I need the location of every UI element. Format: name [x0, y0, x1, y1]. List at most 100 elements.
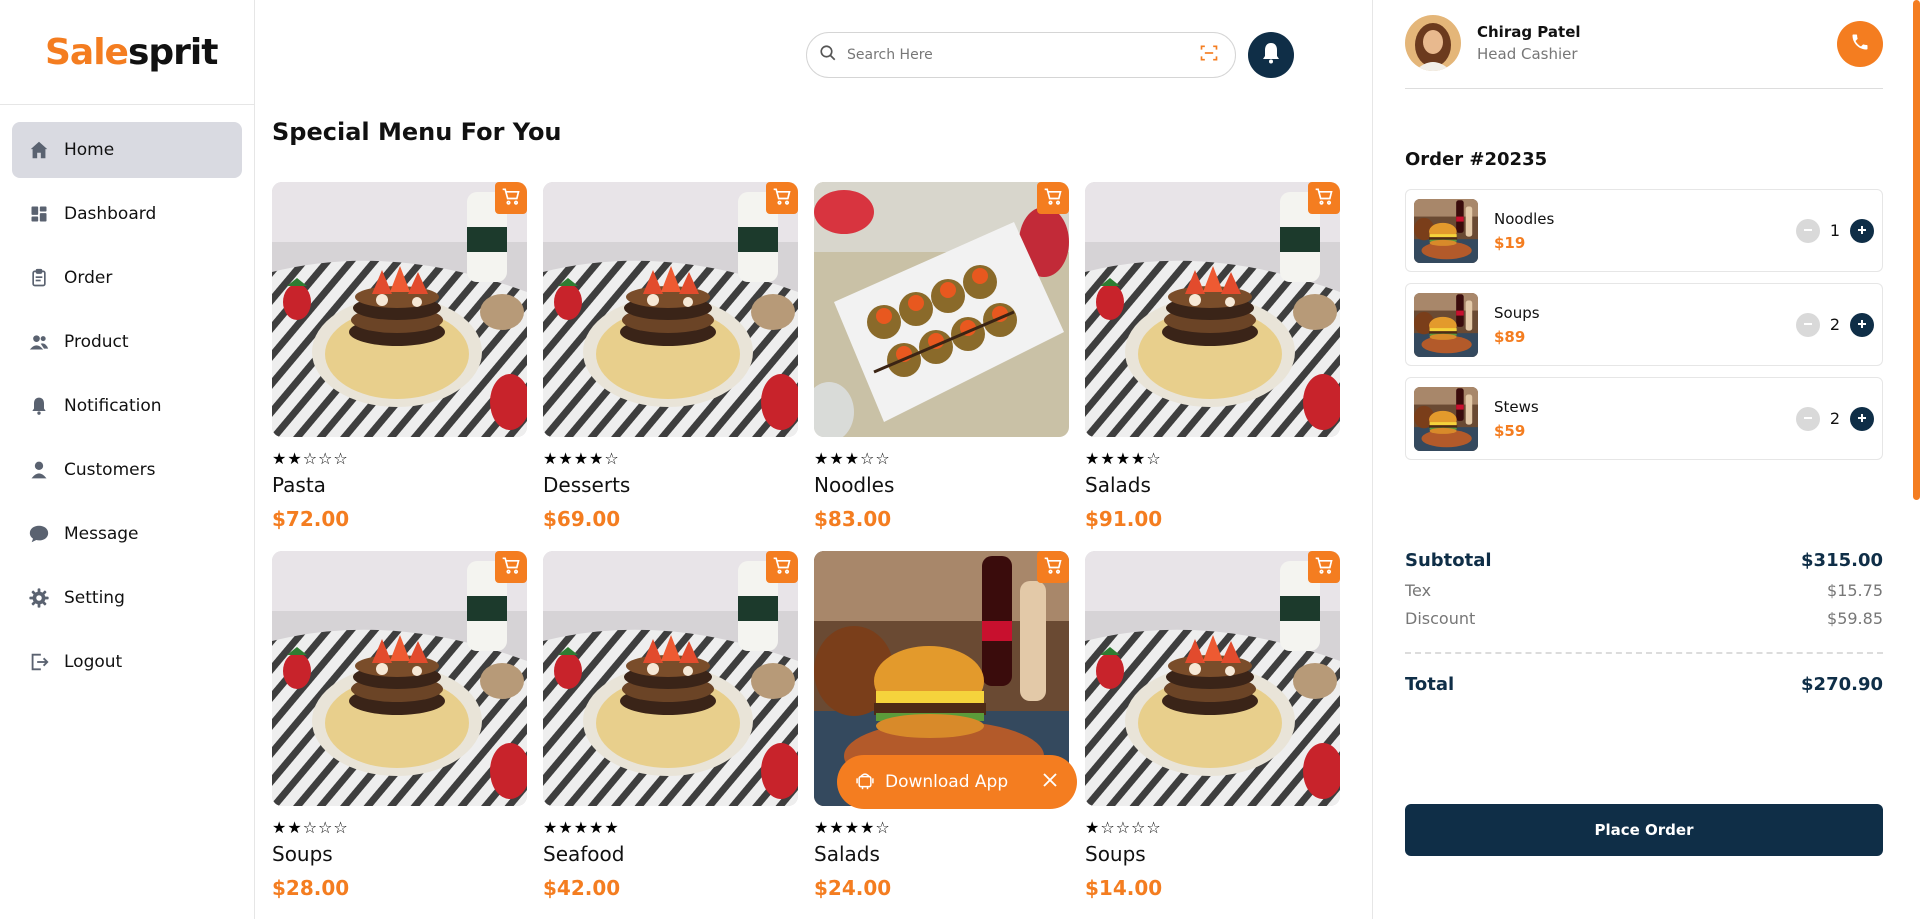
page-title: Special Menu For You: [272, 118, 562, 146]
rating-stars: ★★☆☆☆: [272, 449, 349, 468]
product-name: Soups: [272, 842, 333, 866]
increase-button[interactable]: [1850, 406, 1874, 431]
order-item: Stews $59 2: [1405, 377, 1883, 460]
minus-icon: [1802, 409, 1814, 428]
product-image[interactable]: [814, 182, 1069, 437]
product-card[interactable]: ★★★★☆ Salads $91.00: [1085, 182, 1340, 551]
scan-icon[interactable]: [1199, 43, 1219, 67]
notification-button[interactable]: [1248, 32, 1294, 78]
search-icon: [819, 44, 837, 66]
product-price: $14.00: [1085, 876, 1163, 900]
sidebar: Salesprit Home Dashboard Order Product N…: [0, 0, 255, 919]
product-name: Noodles: [814, 473, 895, 497]
add-to-cart-button[interactable]: [1037, 551, 1069, 583]
cart-icon: [1043, 186, 1063, 210]
product-price: $24.00: [814, 876, 892, 900]
cart-icon: [1314, 555, 1334, 579]
scrollbar[interactable]: [1913, 0, 1920, 500]
download-app-button[interactable]: Download App: [837, 755, 1077, 809]
increase-button[interactable]: [1850, 312, 1874, 337]
divider: [1405, 652, 1883, 654]
profile-role: Head Cashier: [1477, 45, 1578, 63]
product-card[interactable]: ★★☆☆☆ Soups $28.00: [272, 551, 527, 919]
subtotal-row: Subtotal $315.00: [1405, 548, 1883, 572]
add-to-cart-button[interactable]: [1308, 551, 1340, 583]
order-item-price: $59: [1494, 421, 1526, 440]
tax-value: $15.75: [1827, 580, 1883, 600]
user-profile[interactable]: Chirag Patel Head Cashier: [1405, 15, 1581, 71]
cart-icon: [772, 555, 792, 579]
sidebar-item-label: Setting: [64, 588, 125, 608]
place-order-button[interactable]: Place Order: [1405, 804, 1883, 856]
brand-logo[interactable]: Salesprit: [45, 31, 218, 73]
sidebar-item-customers[interactable]: Customers: [12, 442, 242, 498]
home-icon: [28, 139, 50, 161]
order-item-info: Noodles $19: [1494, 210, 1796, 252]
sidebar-item-logout[interactable]: Logout: [12, 634, 242, 690]
product-name: Seafood: [543, 842, 625, 866]
product-image[interactable]: [272, 551, 527, 806]
plus-icon: [1856, 315, 1868, 334]
add-to-cart-button[interactable]: [495, 182, 527, 214]
sidebar-item-label: Product: [64, 332, 129, 352]
order-item: Noodles $19 1: [1405, 189, 1883, 272]
quantity-value: 2: [1829, 409, 1841, 428]
logo-area: Salesprit: [0, 0, 254, 105]
sidebar-item-order[interactable]: Order: [12, 250, 242, 306]
quantity-stepper: 1: [1796, 218, 1874, 243]
sidebar-item-message[interactable]: Message: [12, 506, 242, 562]
product-image[interactable]: [272, 182, 527, 437]
quantity-stepper: 2: [1796, 406, 1874, 431]
increase-button[interactable]: [1850, 218, 1874, 243]
product-image[interactable]: [1085, 551, 1340, 806]
sidebar-item-label: Message: [64, 524, 139, 544]
product-name: Pasta: [272, 473, 326, 497]
add-to-cart-button[interactable]: [1037, 182, 1069, 214]
product-card[interactable]: ★★★☆☆ Noodles $83.00: [814, 182, 1069, 551]
product-price: $91.00: [1085, 507, 1163, 531]
logout-icon: [28, 651, 50, 673]
order-summary: Subtotal $315.00 Tex $15.75 Discount $59…: [1405, 548, 1883, 695]
decrease-button[interactable]: [1796, 406, 1820, 431]
sidebar-item-label: Customers: [64, 460, 156, 480]
product-name: Salads: [814, 842, 880, 866]
product-card[interactable]: ★★★★☆ Desserts $69.00: [543, 182, 798, 551]
search-bar[interactable]: [806, 32, 1236, 78]
decrease-button[interactable]: [1796, 312, 1820, 337]
product-price: $28.00: [272, 876, 350, 900]
chat-icon: [28, 523, 50, 545]
order-item-image: [1414, 387, 1478, 451]
add-to-cart-button[interactable]: [766, 551, 798, 583]
sidebar-item-label: Notification: [64, 396, 162, 416]
product-card[interactable]: ★★★★★ Seafood $42.00: [543, 551, 798, 919]
product-card[interactable]: ★☆☆☆☆ Soups $14.00: [1085, 551, 1340, 919]
call-button[interactable]: [1837, 21, 1883, 67]
profile-name: Chirag Patel: [1477, 23, 1581, 41]
sidebar-item-home[interactable]: Home: [12, 122, 242, 178]
decrease-button[interactable]: [1796, 218, 1820, 243]
product-image[interactable]: [543, 182, 798, 437]
sidebar-item-notification[interactable]: Notification: [12, 378, 242, 434]
sidebar-item-dashboard[interactable]: Dashboard: [12, 186, 242, 242]
product-card[interactable]: ★★★★☆ Salads $24.00: [814, 551, 1069, 919]
avatar: [1405, 15, 1461, 71]
order-item-image: [1414, 199, 1478, 263]
order-item-price: $89: [1494, 327, 1526, 346]
sidebar-item-product[interactable]: Product: [12, 314, 242, 370]
search-input[interactable]: [847, 47, 1199, 63]
brand-part-1: Sale: [45, 31, 129, 73]
add-to-cart-button[interactable]: [495, 551, 527, 583]
cart-icon: [1314, 186, 1334, 210]
order-item-image: [1414, 293, 1478, 357]
product-card[interactable]: ★★☆☆☆ Pasta $72.00: [272, 182, 527, 551]
add-to-cart-button[interactable]: [1308, 182, 1340, 214]
sidebar-item-setting[interactable]: Setting: [12, 570, 242, 626]
discount-value: $59.85: [1827, 608, 1883, 628]
minus-icon: [1802, 221, 1814, 240]
product-image[interactable]: [543, 551, 798, 806]
add-to-cart-button[interactable]: [766, 182, 798, 214]
product-name: Desserts: [543, 473, 631, 497]
order-item-info: Stews $59: [1494, 398, 1796, 440]
product-image[interactable]: [1085, 182, 1340, 437]
close-icon[interactable]: [1041, 771, 1059, 793]
